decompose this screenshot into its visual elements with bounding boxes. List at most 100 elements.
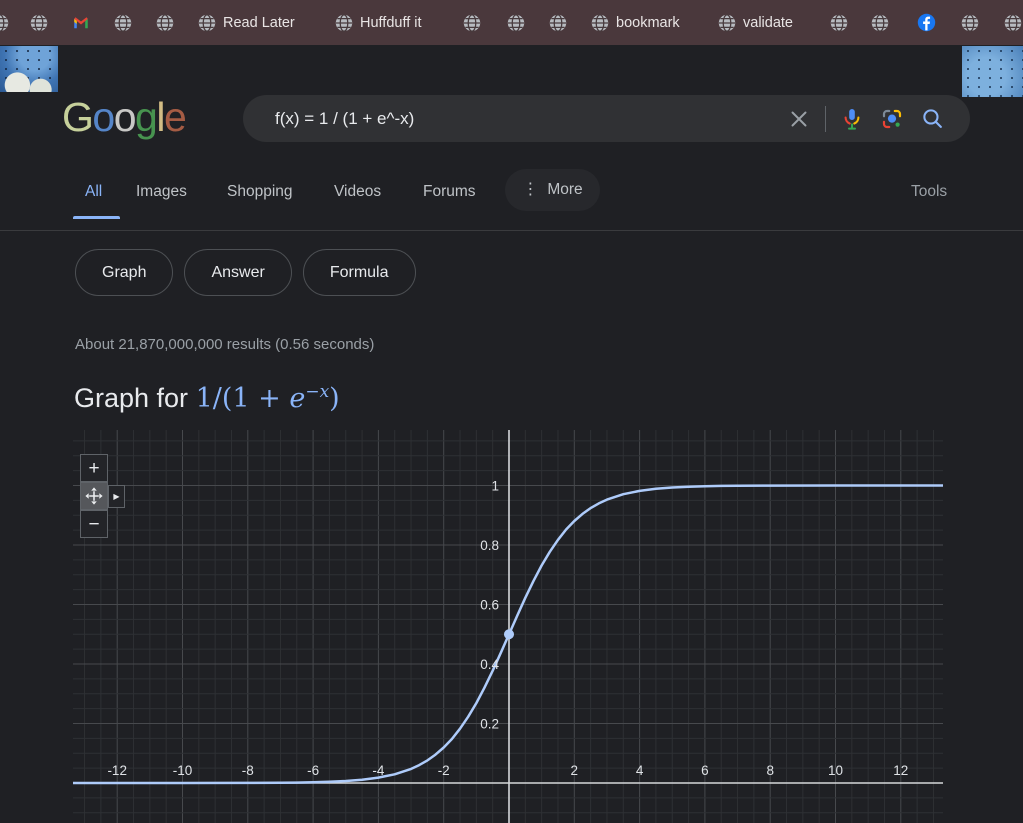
lens-search-icon[interactable]: [872, 99, 912, 139]
bookmark-item[interactable]: [30, 0, 48, 45]
globe-icon: [0, 14, 9, 32]
bookmark-item-validate[interactable]: validate: [718, 0, 793, 45]
bookmark-item[interactable]: [830, 0, 848, 45]
globe-icon: [30, 14, 48, 32]
search-submit-icon[interactable]: [912, 99, 952, 139]
x-tick-label: -10: [173, 763, 193, 778]
globe-icon: [1004, 14, 1022, 32]
facebook-icon: [917, 13, 936, 32]
bookmark-item[interactable]: [917, 0, 936, 45]
tab-all[interactable]: All: [85, 183, 102, 201]
graph-result-title: Graph for 1/(1 + e−x): [74, 382, 340, 414]
x-tick-label: -12: [107, 763, 127, 778]
bookmark-item[interactable]: [156, 0, 174, 45]
chip-answer[interactable]: Answer: [184, 249, 291, 296]
voice-search-icon[interactable]: [832, 99, 872, 139]
tab-more[interactable]: ⋮ More: [505, 169, 600, 211]
tab-images[interactable]: Images: [136, 183, 187, 201]
tab-forums[interactable]: Forums: [423, 183, 476, 201]
globe-icon: [871, 14, 889, 32]
x-tick-label: 6: [701, 763, 709, 778]
graph-zoom-out-button[interactable]: −: [80, 510, 108, 538]
clear-search-icon[interactable]: [779, 99, 819, 139]
gmail-icon: [72, 14, 90, 32]
active-tab-underline: [73, 216, 120, 219]
search-input[interactable]: [273, 108, 779, 130]
y-tick-label: 1: [491, 479, 499, 494]
browser-window: Read Later Huffduff it bookmark validate Go…: [0, 0, 1023, 823]
globe-icon: [198, 14, 216, 32]
x-tick-label: 12: [893, 763, 908, 778]
x-tick-label: 8: [766, 763, 774, 778]
search-box[interactable]: [243, 95, 970, 142]
google-logo[interactable]: Google: [62, 94, 185, 140]
globe-icon: [830, 14, 848, 32]
x-tick-label: -4: [372, 763, 384, 778]
x-tick-label: 10: [828, 763, 843, 778]
result-stats: About 21,870,000,000 results (0.56 secon…: [75, 336, 374, 353]
google-results-page: Google: [0, 45, 1023, 823]
logo-letter: o: [114, 94, 135, 140]
browser-theme-image-left: [0, 46, 58, 92]
globe-icon: [156, 14, 174, 32]
globe-icon: [961, 14, 979, 32]
y-tick-label: 0.4: [480, 657, 499, 672]
x-tick-label: 2: [571, 763, 579, 778]
title-prefix: Graph for: [74, 383, 196, 413]
bookmark-label: validate: [743, 15, 793, 31]
bookmark-item[interactable]: [961, 0, 979, 45]
y-tick-label: 0.6: [480, 598, 499, 613]
logo-letter: o: [92, 94, 113, 140]
bookmark-item-bookmark[interactable]: bookmark: [591, 0, 680, 45]
globe-icon: [507, 14, 525, 32]
tab-shopping[interactable]: Shopping: [227, 183, 293, 201]
chip-formula[interactable]: Formula: [303, 249, 416, 296]
globe-icon: [591, 14, 609, 32]
search-result-tabs: ⋮ More Tools All Images Shopping Videos Foru…: [0, 138, 1023, 230]
bookmark-item[interactable]: [507, 0, 525, 45]
bookmarks-bar: Read Later Huffduff it bookmark validate: [0, 0, 1023, 45]
y-tick-label: 0.8: [480, 538, 499, 553]
pan-arrows-icon: [83, 485, 105, 507]
sigmoid-plot: -12 -10 -8 -6 -4 -2 2 4 6 8 10 12 0.2 0.4 0.6 0.8 1: [73, 430, 943, 823]
bookmark-item[interactable]: [549, 0, 567, 45]
x-tick-label: -8: [242, 763, 254, 778]
y-tick-label: 0.2: [480, 717, 499, 732]
tools-button[interactable]: Tools: [911, 183, 947, 201]
x-tick-label: -6: [307, 763, 319, 778]
bookmark-label: bookmark: [616, 15, 680, 31]
bookmark-item[interactable]: [0, 0, 9, 45]
graph-pan-button[interactable]: [80, 482, 108, 510]
bookmark-item[interactable]: [72, 0, 90, 45]
globe-icon: [335, 14, 353, 32]
globe-icon: [114, 14, 132, 32]
bookmark-label: Huffduff it: [360, 15, 422, 31]
bookmark-item[interactable]: [871, 0, 889, 45]
logo-letter: e: [164, 94, 185, 140]
bookmark-item[interactable]: [1004, 0, 1022, 45]
curve-point-marker[interactable]: [504, 629, 514, 639]
function-graph-panel[interactable]: -12-10-8-6-4-2246810120.20.40.60.81 + ▶ …: [73, 430, 943, 823]
title-formula: 1/(1 + e−x): [196, 383, 340, 414]
chip-graph[interactable]: Graph: [75, 249, 173, 296]
bookmark-item-read-later[interactable]: Read Later: [198, 0, 295, 45]
graph-controls-expand-button[interactable]: ▶: [108, 485, 125, 508]
logo-letter: l: [156, 94, 164, 140]
bookmark-item-huffduff-it[interactable]: Huffduff it: [335, 0, 422, 45]
logo-letter: G: [62, 94, 92, 140]
graph-zoom-in-button[interactable]: +: [80, 454, 108, 482]
bookmark-item[interactable]: [114, 0, 132, 45]
bookmark-item[interactable]: [463, 0, 481, 45]
filter-chips: GraphAnswer Formula: [75, 249, 416, 296]
bookmark-label: Read Later: [223, 15, 295, 31]
more-dots-icon: ⋮: [522, 182, 538, 198]
tabs-divider: [0, 230, 1023, 231]
search-box-divider: [825, 106, 826, 132]
globe-icon: [718, 14, 736, 32]
tab-more-label: More: [547, 181, 582, 199]
globe-icon: [549, 14, 567, 32]
tab-videos[interactable]: Videos: [334, 183, 381, 201]
logo-letter: g: [135, 94, 156, 140]
x-tick-label: 4: [636, 763, 644, 778]
x-tick-label: -2: [438, 763, 450, 778]
